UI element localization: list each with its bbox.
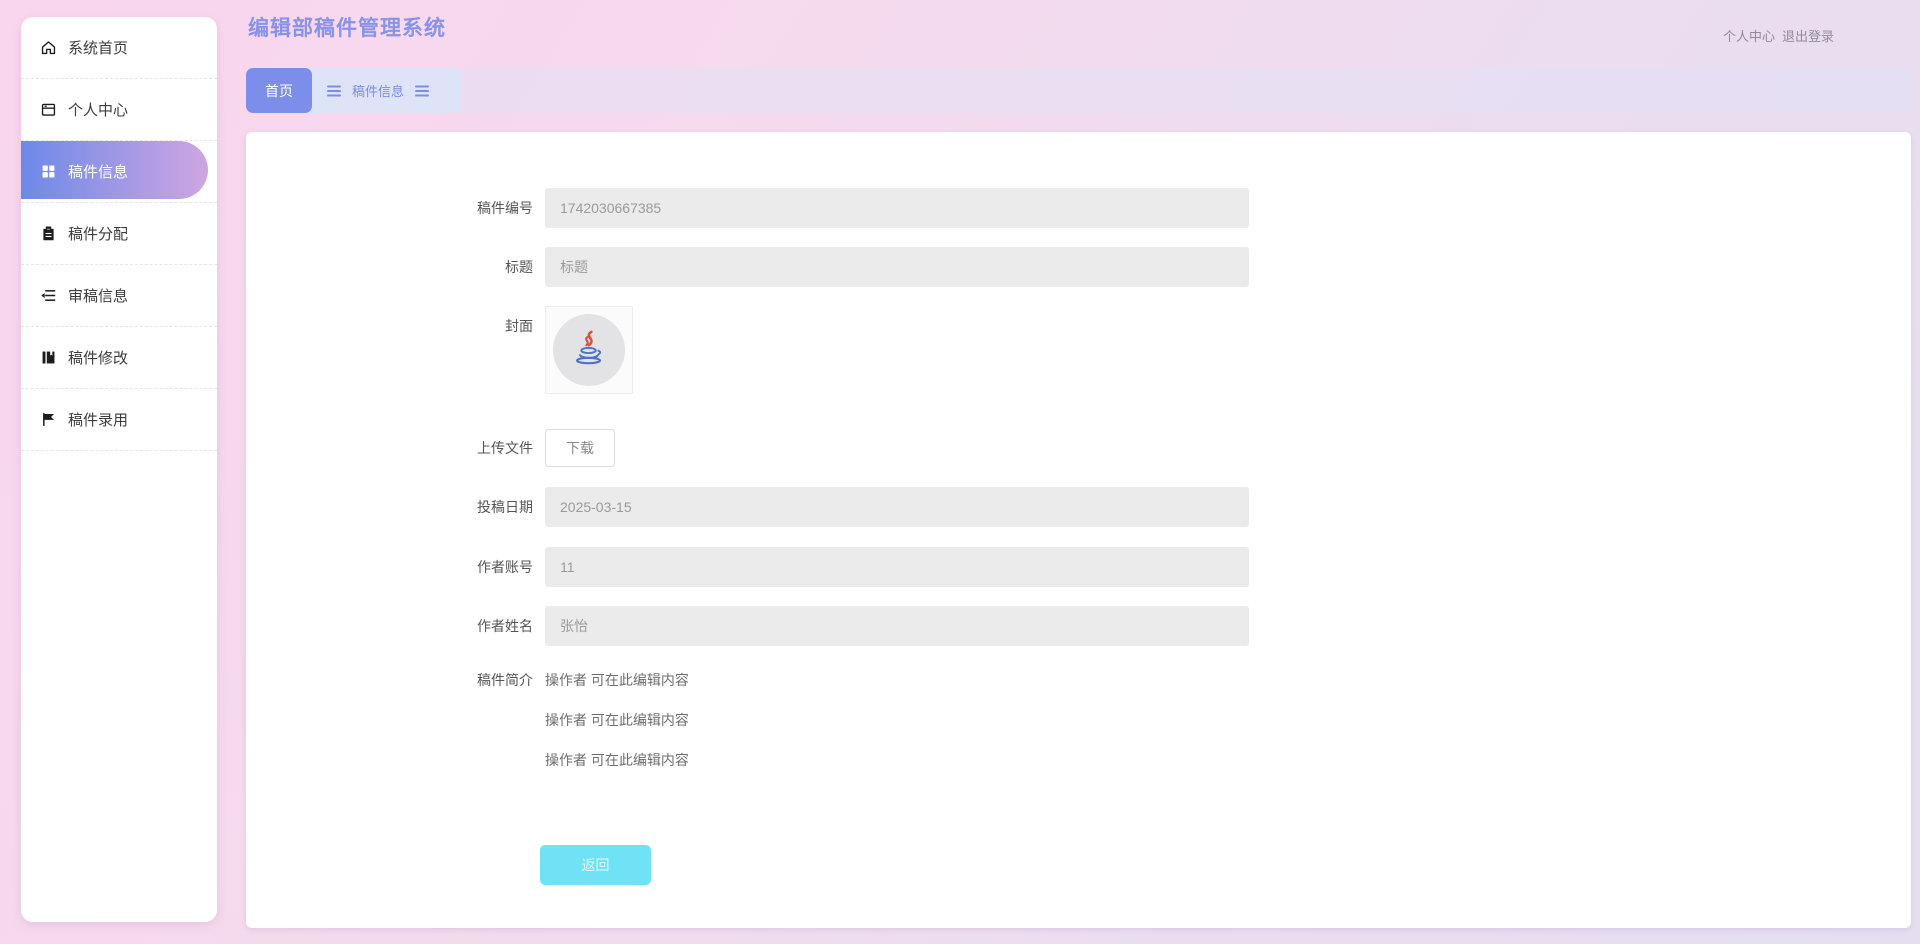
summary-text: 操作者 可在此编辑内容 操作者 可在此编辑内容 操作者 可在此编辑内容 <box>545 660 689 780</box>
author-name-input[interactable]: 张怡 <box>545 606 1249 646</box>
manuscript-id-input[interactable]: 1742030667385 <box>545 188 1249 228</box>
sidebar-item-3[interactable]: 稿件分配 <box>21 203 217 265</box>
menu-lines-icon[interactable] <box>415 85 430 97</box>
sidebar-item-label: 个人中心 <box>68 102 129 119</box>
title-input[interactable]: 标题 <box>545 247 1249 287</box>
sidebar-item-5[interactable]: 稿件修改 <box>21 327 217 389</box>
sidebar-item-2[interactable]: 稿件信息 <box>21 141 217 203</box>
submit-date-input[interactable]: 2025-03-15 <box>545 487 1249 527</box>
clipboard-icon <box>40 225 57 242</box>
tab-manuscript-info: 稿件信息 <box>312 81 444 100</box>
sidebar-item-6[interactable]: 稿件录用 <box>21 389 217 451</box>
detail-panel: 稿件编号 1742030667385 标题 标题封面上传文件 下载投稿日期 2025-03… <box>246 132 1911 928</box>
book-icon <box>40 349 57 366</box>
grid-icon <box>40 163 57 180</box>
form-row-6: 作者姓名 张怡 <box>415 606 1249 646</box>
field-label: 稿件简介 <box>477 672 533 688</box>
form-row-4: 投稿日期 2025-03-15 <box>415 487 1249 527</box>
back-button[interactable]: 返回 <box>540 845 651 885</box>
field-label: 投稿日期 <box>477 499 533 515</box>
profile-link[interactable]: 个人中心 <box>1723 26 1775 45</box>
sidebar-item-1[interactable]: 个人中心 <box>21 79 217 141</box>
summary-line: 操作者 可在此编辑内容 <box>545 712 689 728</box>
sidebar-item-4[interactable]: 审稿信息 <box>21 265 217 327</box>
sidebar: 系统首页个人中心稿件信息稿件分配审稿信息稿件修改稿件录用 <box>21 17 217 922</box>
form-row-1: 标题 标题 <box>415 247 1249 287</box>
field-label: 上传文件 <box>477 440 533 456</box>
home-icon <box>40 39 57 56</box>
flag-icon <box>40 411 57 428</box>
form-row-3: 上传文件 下载 <box>415 429 615 467</box>
tab-manuscript-info-label[interactable]: 稿件信息 <box>352 81 404 100</box>
review-list-icon <box>40 287 57 304</box>
field-label: 稿件编号 <box>477 200 533 216</box>
summary-line: 操作者 可在此编辑内容 <box>545 672 689 688</box>
form-row-2: 封面 <box>415 306 633 394</box>
field-label: 标题 <box>505 259 533 275</box>
form-row-5: 作者账号 11 <box>415 547 1249 587</box>
sidebar-item-label: 稿件信息 <box>68 164 129 181</box>
sidebar-item-label: 稿件分配 <box>68 226 129 243</box>
tab-group: 首页 稿件信息 <box>246 68 461 113</box>
tab-home-label: 首页 <box>265 82 293 99</box>
menu-lines-icon[interactable] <box>327 85 341 97</box>
field-label: 作者姓名 <box>477 618 533 634</box>
java-logo-icon <box>553 314 625 386</box>
form-row-7: 稿件简介 操作者 可在此编辑内容 操作者 可在此编辑内容 操作者 可在此编辑内容 <box>415 660 689 780</box>
sidebar-item-label: 稿件修改 <box>68 350 129 367</box>
tab-home[interactable]: 首页 <box>246 68 312 113</box>
header-links: 个人中心 退出登录 <box>1723 26 1834 45</box>
logout-link[interactable]: 退出登录 <box>1782 26 1834 45</box>
download-button[interactable]: 下载 <box>545 429 615 467</box>
page-title: 编辑部稿件管理系统 <box>248 17 446 40</box>
sidebar-menu: 系统首页个人中心稿件信息稿件分配审稿信息稿件修改稿件录用 <box>21 17 217 451</box>
profile-icon <box>40 101 57 118</box>
sidebar-item-0[interactable]: 系统首页 <box>21 17 217 79</box>
sidebar-item-label: 系统首页 <box>68 40 129 57</box>
summary-line: 操作者 可在此编辑内容 <box>545 752 689 768</box>
form-row-0: 稿件编号 1742030667385 <box>415 188 1249 228</box>
tab-strip: 首页 稿件信息 <box>246 68 1911 113</box>
app-window: 系统首页 个人中心 稿件信息 稿件分配 审稿信息 稿件修改 稿件录用 编辑部稿件管理系统 个… <box>0 0 1920 944</box>
sidebar-item-label: 稿件录用 <box>68 412 129 429</box>
cover-image[interactable] <box>545 306 633 394</box>
field-label: 封面 <box>505 318 533 334</box>
author-account-input[interactable]: 11 <box>545 547 1249 587</box>
field-label: 作者账号 <box>477 559 533 575</box>
sidebar-item-label: 审稿信息 <box>68 288 129 305</box>
